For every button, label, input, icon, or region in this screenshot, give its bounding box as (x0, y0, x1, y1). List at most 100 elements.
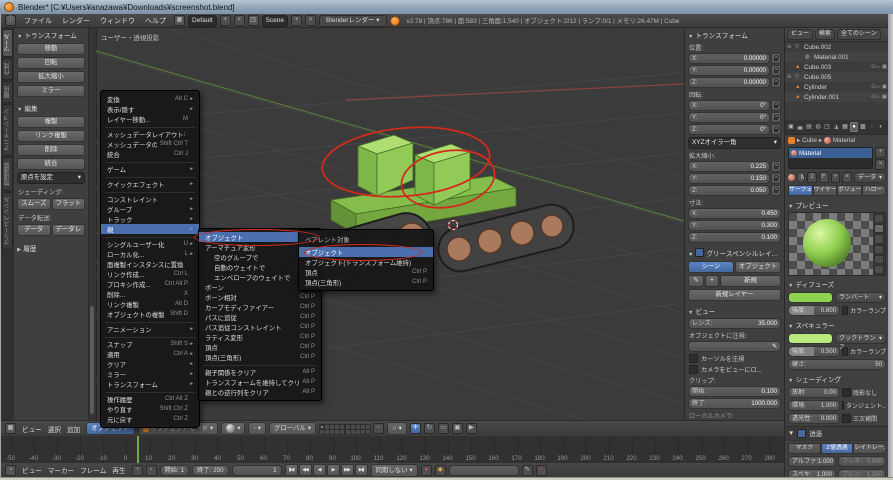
playback-button[interactable]: ◀ (313, 464, 326, 476)
outliner-header-item[interactable]: 全てのシーン (837, 29, 881, 40)
expand-icon[interactable]: ⊖ (787, 44, 793, 50)
sync-dropdown[interactable]: 同期しない▾ (371, 464, 418, 477)
menu-item[interactable]: ウィンドウ (95, 16, 140, 26)
menu-item[interactable]: 親との逆行列をクリアAlt P (199, 387, 321, 397)
menu-item[interactable]: オブジェクト(トランスフォーム維持) (299, 257, 433, 267)
playback-button[interactable]: ▶ (327, 464, 340, 476)
menu-item[interactable]: 統合Ctrl J▸ (101, 149, 199, 159)
scene-delete-button[interactable]: × (305, 15, 316, 26)
orientation-dropdown[interactable]: グローバル▾ (269, 422, 316, 435)
panel-header-transform[interactable]: ▼トランスフォーム (14, 28, 88, 41)
properties-tab-icon[interactable]: ◐ (877, 122, 885, 132)
intensity-slider[interactable]: 強度:0.800 (788, 305, 840, 316)
lock-icon[interactable] (771, 77, 781, 88)
menu-item[interactable]: レンダー (57, 16, 95, 26)
set-origin-dropdown[interactable]: 原点を設定▾ (17, 172, 85, 184)
breadcrumb-object[interactable]: Cube (802, 137, 817, 144)
keying-set-field[interactable] (449, 465, 519, 476)
panel-header-diffuse[interactable]: ▼ディフューズ (785, 277, 889, 290)
toolshelf-tab[interactable]: 関係 (2, 81, 13, 103)
select-arrow-icon[interactable]: ▻ (877, 84, 881, 90)
menu-item[interactable]: グループ▸ (101, 204, 199, 214)
material-type-tab[interactable]: ハロー (862, 185, 887, 196)
hardness-field[interactable]: 硬さ:50 (788, 359, 886, 370)
gp-object-button[interactable]: オブジェクト (735, 261, 781, 273)
eye-icon[interactable]: ⊙ (871, 64, 876, 70)
menu-item[interactable]: パスに追従Ctrl P (199, 312, 321, 322)
transparency-field[interactable]: ブレン:1.250 (838, 469, 886, 477)
scene-select[interactable]: Scene (262, 15, 288, 27)
gp-scene-button[interactable]: シーン (688, 261, 734, 273)
menu-item[interactable]: ローカル化...L▸ (101, 249, 199, 259)
number-field[interactable]: 終了:1000.000 (688, 398, 781, 409)
fake-user-button[interactable]: F (819, 172, 829, 183)
menu-item[interactable]: スナップShift S▸ (101, 339, 199, 349)
menu-item[interactable]: トラック▸ (101, 214, 199, 224)
menu-item[interactable]: オブジェクトの複製Shift D▸ (101, 309, 199, 319)
properties-tab-icon[interactable]: ◮ (832, 122, 840, 132)
transparency-field[interactable]: アルファ:1.000 (788, 456, 836, 467)
manipulator-rotate-icon[interactable]: ↻ (424, 423, 435, 434)
gp-draw-icon[interactable]: ✎ (688, 275, 704, 287)
menu-item[interactable]: カーブモディファイアーCtrl P (199, 302, 321, 312)
object-name[interactable]: Material.001 (814, 54, 887, 61)
number-field[interactable]: 開始:0.100 (688, 386, 781, 397)
menu-item[interactable]: リンク作成...Ctrl L▸ (101, 269, 199, 279)
panel-header-edit[interactable]: ▼編集 (14, 101, 88, 114)
material-type-tab[interactable]: サーフェ (788, 185, 813, 196)
properties-tab-icon[interactable]: ◳ (823, 122, 831, 132)
object-name[interactable]: Cylinder.001 (804, 94, 869, 101)
playback-button[interactable]: ▶▶ (341, 464, 354, 476)
panel-header-preview[interactable]: ▼プレビュー (785, 198, 889, 211)
number-field[interactable]: X:0° (688, 100, 770, 111)
number-field[interactable]: X:0.00000 (688, 53, 770, 64)
end-frame-field[interactable]: 終了:250 (192, 465, 228, 476)
properties-tab-icon[interactable]: ▦ (841, 122, 849, 132)
menu-item[interactable]: 再生 (109, 465, 128, 475)
menu-item[interactable]: プロキシ作成...Ctrl Alt P▸ (101, 279, 199, 289)
object-name[interactable]: Cube.003 (804, 64, 869, 71)
lock-icon[interactable] (771, 53, 781, 64)
menu-item[interactable]: 表示/隠す▸ (101, 104, 199, 114)
transparency-field[interactable]: スペキ:1.000 (788, 469, 836, 477)
render-opengl-icon[interactable]: ▣ (452, 423, 463, 434)
scrollbar-thumb[interactable] (90, 306, 94, 414)
menu-item[interactable]: ビュー (19, 465, 45, 475)
gp-enable-checkbox[interactable] (695, 248, 704, 257)
tool-button[interactable]: ミラー (17, 85, 85, 97)
menu-item[interactable]: シングルユーザー化U▸ (101, 239, 199, 249)
tool-button[interactable]: 移動 (17, 43, 85, 55)
transparency-checkbox[interactable] (797, 429, 806, 438)
menu-item[interactable]: リンク複製Alt D▸ (101, 299, 199, 309)
tool-button[interactable]: 回転 (17, 57, 85, 69)
lock-cursor-checkbox[interactable] (689, 354, 698, 363)
menu-item[interactable]: 頂点(三角形)Ctrl P (299, 277, 433, 287)
menu-item[interactable]: クリア▸ (101, 359, 199, 369)
screen-layout-icon[interactable]: ▦ (174, 15, 185, 26)
screen-layout-select[interactable]: Default (188, 15, 217, 27)
menu-item[interactable]: パス追従コンストレイントCtrl P (199, 322, 321, 332)
insert-key-icon[interactable]: ✎ (522, 465, 533, 476)
menu-item[interactable]: クイックエフェクト▸ (101, 179, 199, 189)
current-frame-field[interactable]: 1 (232, 465, 282, 476)
preview-cube-button[interactable] (874, 234, 884, 243)
layout-delete-button[interactable]: × (234, 15, 245, 26)
lock-icon[interactable] (771, 185, 781, 196)
editor-type-icon[interactable]: ⓘ (5, 15, 16, 26)
outliner-row[interactable]: ▲ Cylinder.001 ⊙▻▣ (785, 92, 889, 102)
material-name-field[interactable]: Material (797, 172, 805, 183)
panel-header-transparency[interactable]: ▼透過 (785, 426, 889, 441)
number-field[interactable]: Z:0.050 (688, 185, 770, 196)
menu-item[interactable]: フレーム (77, 465, 109, 475)
tool-button[interactable]: 削除 (17, 144, 85, 156)
diffuse-color-swatch[interactable] (788, 292, 833, 303)
rotation-mode-dropdown[interactable]: XYZオイラー角▾ (688, 137, 781, 149)
lock-icon[interactable] (771, 124, 781, 135)
playback-button[interactable]: ▮◀ (285, 464, 298, 476)
number-field[interactable]: レンズ:35.000 (688, 318, 781, 329)
number-field[interactable]: Z:0° (688, 124, 770, 135)
lock-icon[interactable] (771, 112, 781, 123)
menu-item[interactable]: ビュー (19, 424, 45, 434)
properties-tab-icon[interactable]: ◍ (814, 122, 822, 132)
editor-type-icon[interactable]: ▦ (5, 423, 16, 434)
